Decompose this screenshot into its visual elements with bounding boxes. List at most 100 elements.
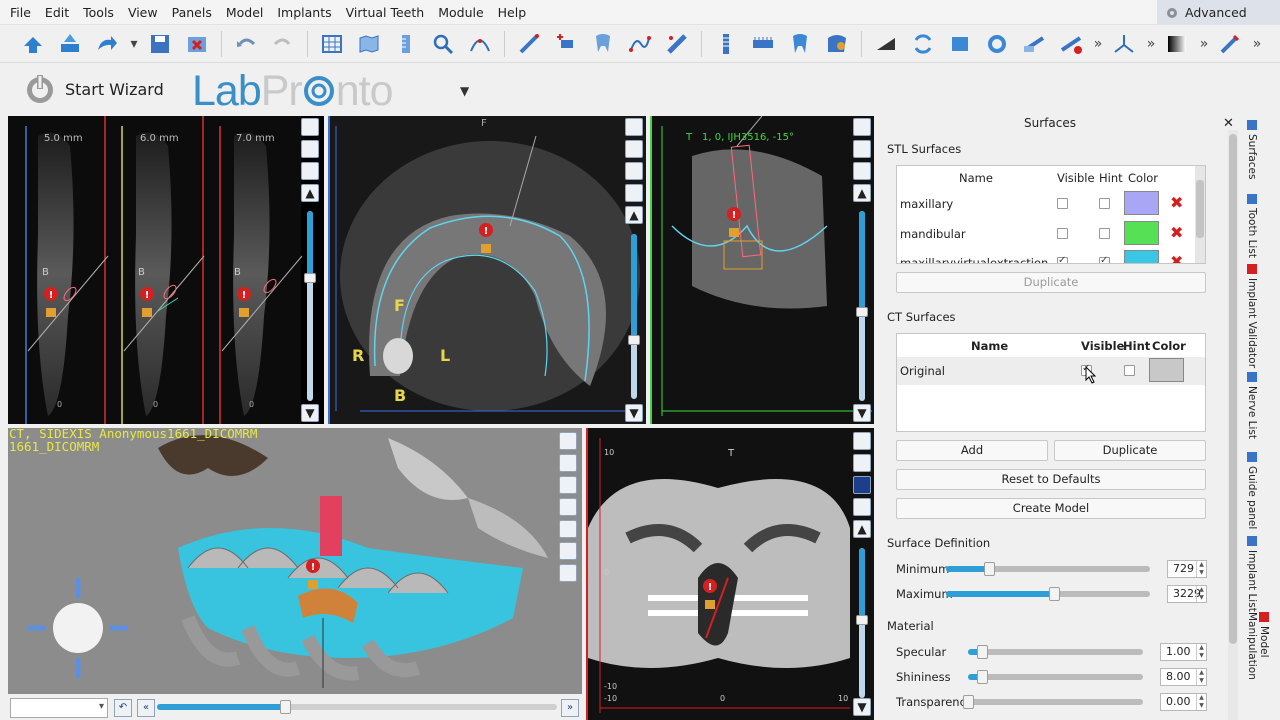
spin-arrows-icon[interactable]: ▲ ▼ xyxy=(1196,644,1206,660)
camera-icon[interactable] xyxy=(853,162,871,180)
delete-icon[interactable]: ✖ xyxy=(1170,252,1183,263)
crosshair-icon[interactable] xyxy=(853,476,871,494)
axial-viewport[interactable]: F R L B F ! ▲ ▼ xyxy=(328,116,646,424)
tab-model-manipulation[interactable]: Model Manipulation xyxy=(1246,612,1270,720)
transparency-spinbox[interactable]: 0.00 ▲ ▼ xyxy=(1160,693,1207,711)
expand-icon[interactable] xyxy=(625,118,643,136)
pen-icon[interactable] xyxy=(1215,29,1245,59)
stl-table-scrollbar[interactable] xyxy=(1195,166,1205,263)
volume-threshold-thumb[interactable] xyxy=(280,700,291,714)
create-model-button[interactable]: Create Model xyxy=(896,498,1206,519)
expand-icon[interactable] xyxy=(559,432,577,450)
share-dropdown-icon[interactable]: ▾ xyxy=(129,29,139,59)
spin-arrows-icon[interactable]: ▲ ▼ xyxy=(1196,561,1206,577)
shininess-slider-thumb[interactable] xyxy=(977,670,988,684)
face-icon[interactable] xyxy=(559,498,577,516)
spin-arrows-icon[interactable]: ▲ ▼ xyxy=(1196,669,1206,685)
shininess-slider[interactable] xyxy=(968,674,1143,680)
scroll-down-icon[interactable]: ▼ xyxy=(625,404,643,422)
transparency-slider[interactable] xyxy=(968,699,1143,705)
panoramic-slider-thumb[interactable] xyxy=(856,615,868,625)
panoramic-viewport[interactable]: T 10 0 -10 -10 0 10 ! ▲ ▼ xyxy=(586,428,874,720)
cross-section-slider-thumb[interactable] xyxy=(304,273,316,283)
stl-hint-checkbox[interactable] xyxy=(1099,228,1110,239)
more-pen-icon[interactable]: » xyxy=(1252,29,1262,59)
ct-add-button[interactable]: Add xyxy=(896,440,1048,461)
minimum-slider-thumb[interactable] xyxy=(984,562,995,576)
expand-icon[interactable] xyxy=(301,118,319,136)
curve-icon[interactable] xyxy=(465,29,495,59)
ruler-icon[interactable] xyxy=(391,29,421,59)
transparency-slider-thumb[interactable] xyxy=(963,695,974,709)
stl-hint-checkbox[interactable] xyxy=(1099,198,1110,209)
panel-scrollbar[interactable] xyxy=(1228,130,1238,720)
layout-icon[interactable] xyxy=(853,454,871,472)
tab-implant-list[interactable]: Implant List xyxy=(1246,536,1258,612)
stl-color-swatch[interactable] xyxy=(1124,221,1159,245)
camera-icon[interactable] xyxy=(625,184,643,202)
spin-arrows-icon[interactable]: ▲ ▼ xyxy=(1196,586,1206,602)
globe-icon[interactable] xyxy=(559,476,577,494)
ct-row-name[interactable]: Original xyxy=(900,364,945,378)
nerve-icon[interactable] xyxy=(514,29,544,59)
menu-panels[interactable]: Panels xyxy=(165,0,219,25)
stl-duplicate-button[interactable]: Duplicate xyxy=(896,272,1206,293)
slices-icon[interactable] xyxy=(559,542,577,560)
spin-arrows-icon[interactable]: ▲ ▼ xyxy=(1196,694,1206,710)
reset-defaults-button[interactable]: Reset to Defaults xyxy=(896,469,1206,490)
more-display-icon[interactable]: » xyxy=(1199,29,1209,59)
undo-icon[interactable] xyxy=(231,29,261,59)
specular-slider-thumb[interactable] xyxy=(977,645,988,659)
stl-row-name[interactable]: mandibular xyxy=(900,227,966,241)
grid-icon[interactable] xyxy=(317,29,347,59)
axial-slider-thumb[interactable] xyxy=(628,335,640,345)
layout-icon[interactable] xyxy=(625,140,643,158)
expand-icon[interactable] xyxy=(853,432,871,450)
close-icon[interactable]: ✕ xyxy=(1223,116,1234,131)
import-icon[interactable] xyxy=(55,29,85,59)
share-icon[interactable] xyxy=(92,29,122,59)
prev-icon[interactable]: « xyxy=(137,699,155,717)
save-icon[interactable] xyxy=(145,29,175,59)
loop-icon[interactable] xyxy=(982,29,1012,59)
menu-file[interactable]: File xyxy=(0,0,38,25)
implant-add-icon[interactable] xyxy=(551,29,581,59)
stl-hint-checkbox[interactable] xyxy=(1099,255,1110,263)
stl-row-name[interactable]: maxillaryvirtualextraction xyxy=(900,256,1048,263)
sagittal-slider-thumb[interactable] xyxy=(856,307,868,317)
stl-row-name[interactable]: maxillary xyxy=(900,197,953,211)
cut-icon[interactable] xyxy=(1019,29,1049,59)
ct-color-swatch[interactable] xyxy=(1149,358,1184,382)
specular-slider[interactable] xyxy=(968,649,1143,655)
close-file-icon[interactable] xyxy=(182,29,212,59)
tab-guide-panel[interactable]: Guide panel xyxy=(1246,452,1258,529)
layout-icon[interactable] xyxy=(301,140,319,158)
specular-spinbox[interactable]: 1.00 ▲ ▼ xyxy=(1160,643,1207,661)
tab-implant-validator[interactable]: Implant Validator xyxy=(1246,264,1258,368)
tooth-blue-icon[interactable] xyxy=(785,29,815,59)
camera-icon[interactable] xyxy=(853,498,871,516)
text-icon[interactable] xyxy=(625,162,643,180)
tab-surfaces[interactable]: Surfaces xyxy=(1246,120,1258,179)
implant-icon[interactable] xyxy=(711,29,741,59)
scroll-down-icon[interactable]: ▼ xyxy=(853,698,871,716)
maximum-spinbox[interactable]: 3229 ▲ ▼ xyxy=(1167,585,1207,603)
tooth-icon[interactable] xyxy=(588,29,618,59)
pen-icon[interactable] xyxy=(853,140,871,158)
tab-nerve-list[interactable]: Nerve List xyxy=(1246,372,1258,439)
map-icon[interactable] xyxy=(354,29,384,59)
menu-edit[interactable]: Edit xyxy=(38,0,76,25)
text-icon[interactable] xyxy=(559,520,577,538)
camera-icon[interactable] xyxy=(559,564,577,582)
volume-3d-viewport[interactable]: ! xyxy=(8,428,582,694)
measure-icon[interactable] xyxy=(662,29,692,59)
scroll-down-icon[interactable]: ▼ xyxy=(853,404,871,422)
spline-icon[interactable] xyxy=(625,29,655,59)
shininess-spinbox[interactable]: 8.00 ▲ ▼ xyxy=(1160,668,1207,686)
scroll-up-icon[interactable]: ▲ xyxy=(625,206,643,224)
advanced-mode-button[interactable]: Advanced xyxy=(1157,0,1280,25)
tab-tooth-list[interactable]: Tooth List xyxy=(1246,194,1258,258)
start-wizard-button[interactable]: Start Wizard xyxy=(22,72,164,106)
panel-scrollbar-thumb[interactable] xyxy=(1229,134,1237,644)
next-icon[interactable]: » xyxy=(561,699,579,717)
